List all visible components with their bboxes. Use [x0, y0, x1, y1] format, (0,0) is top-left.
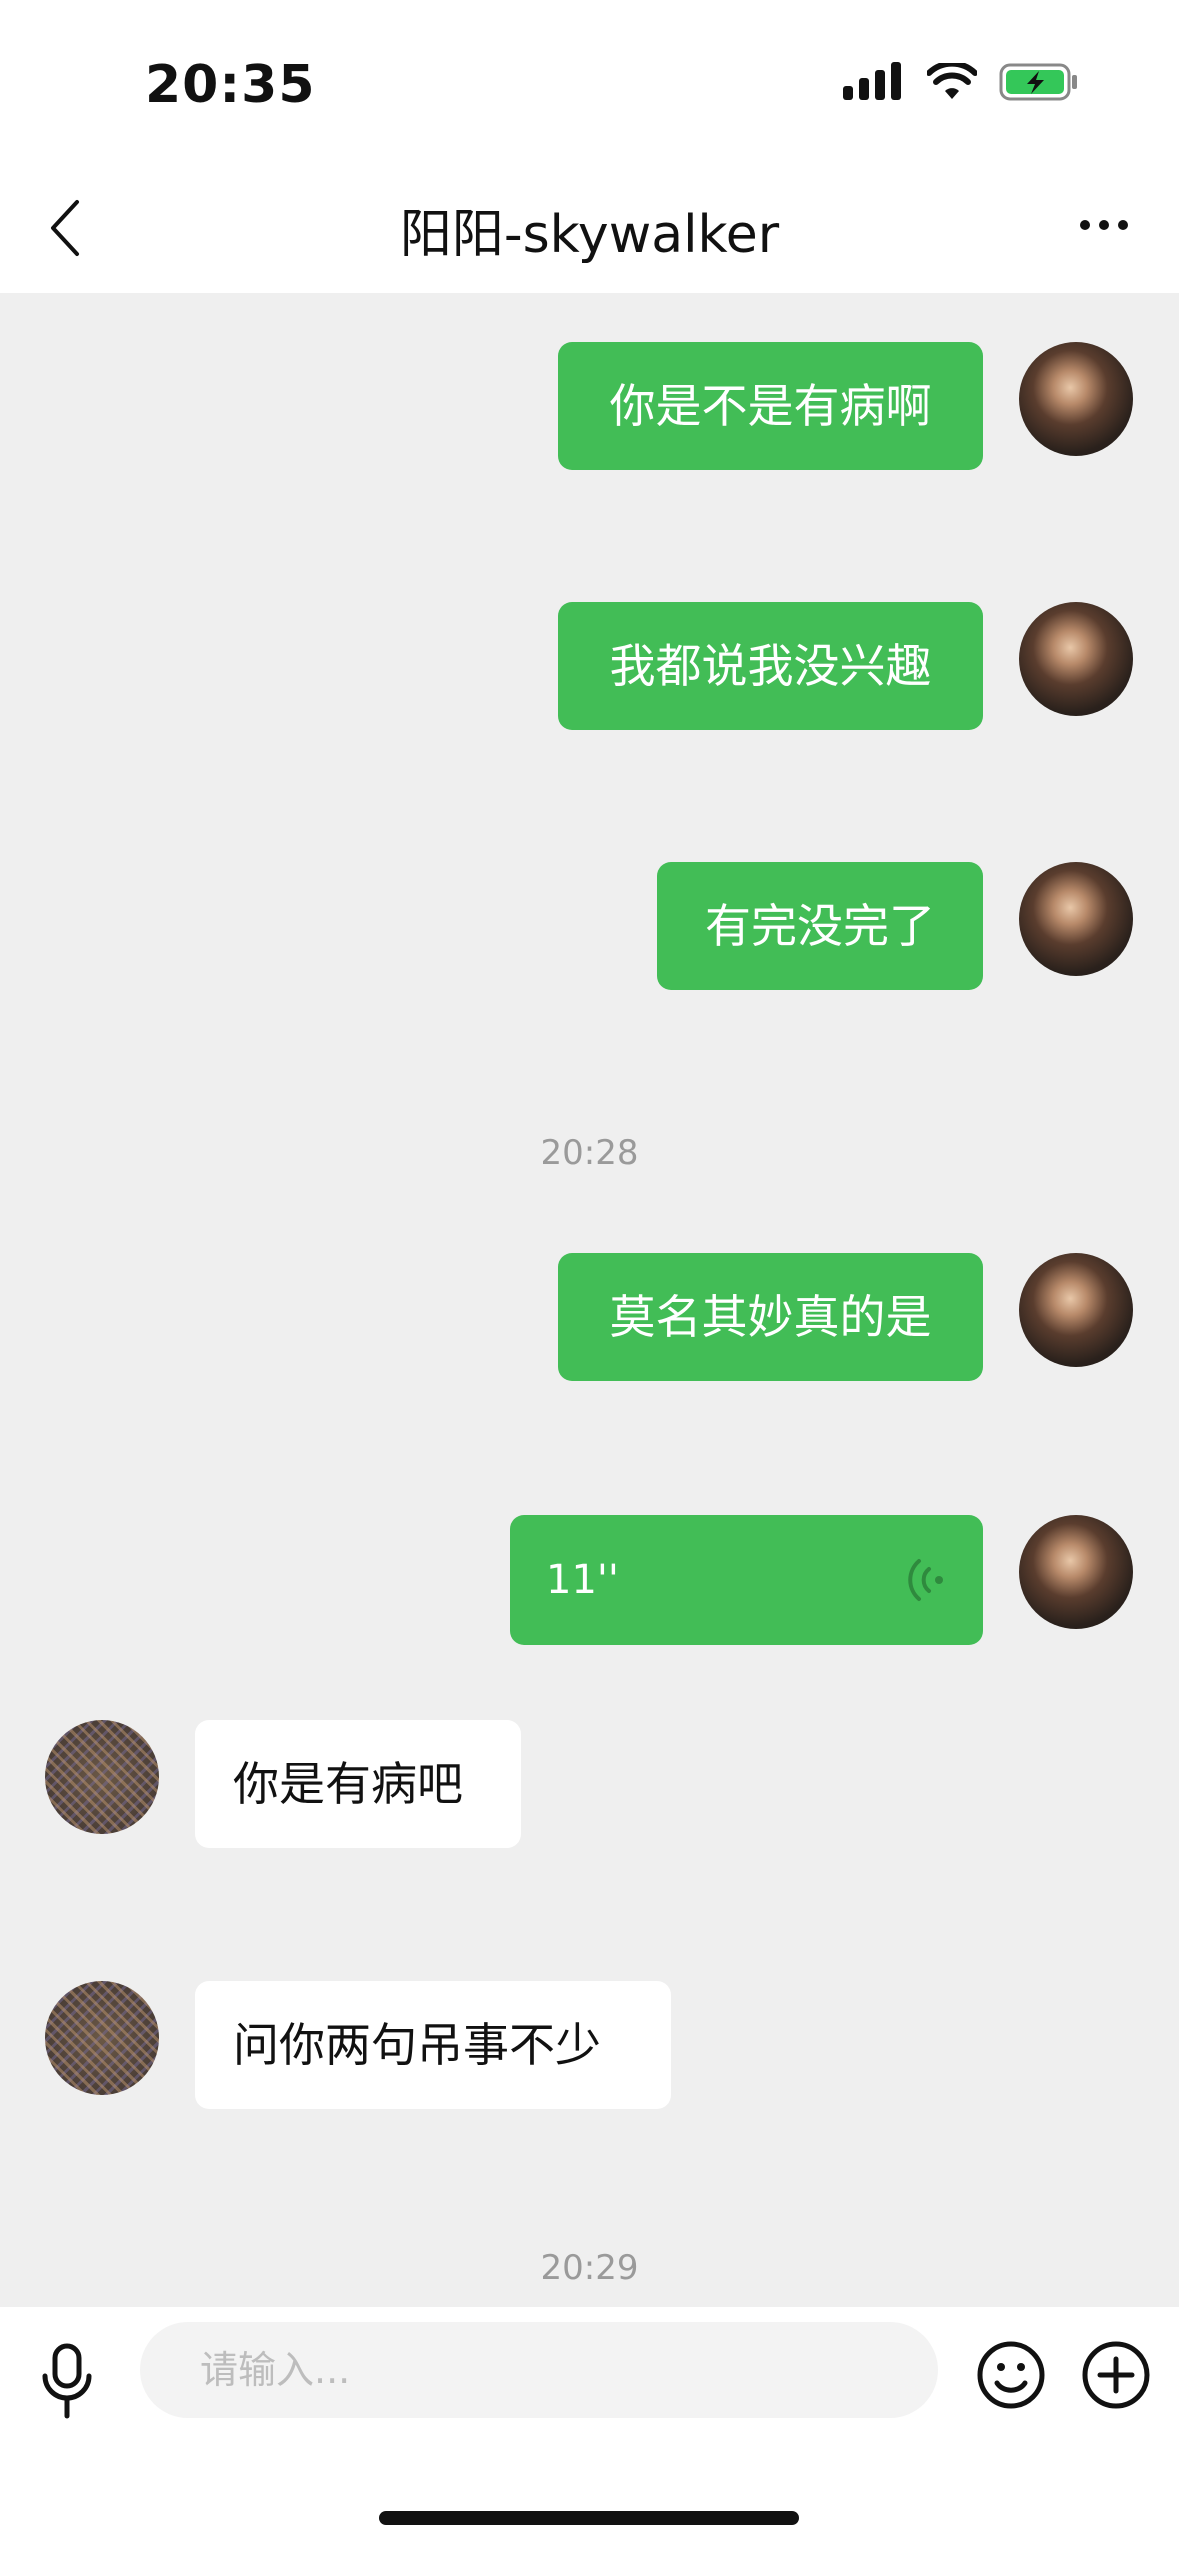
status-icons [843, 62, 1079, 102]
timestamp: 20:29 [540, 2248, 639, 2288]
avatar-self[interactable] [1019, 862, 1133, 976]
nav-bar: 阳阳-skywalker [0, 160, 1179, 293]
chat-area[interactable]: 你是不是有病啊 我都说我没兴趣 有完没完了 20:28 莫名其妙真的是 11''… [0, 293, 1179, 2307]
status-bar: 20:35 [0, 0, 1179, 160]
chat-title: 阳阳-skywalker [399, 205, 780, 265]
emoji-icon[interactable] [975, 2339, 1047, 2411]
avatar-contact[interactable] [45, 1720, 159, 1834]
avatar-self[interactable] [1019, 1253, 1133, 1367]
message-bubble-outgoing[interactable]: 有完没完了 [657, 862, 983, 990]
voice-message-bubble[interactable]: 11'' [510, 1515, 983, 1645]
home-indicator[interactable] [379, 2511, 799, 2525]
message-bubble-outgoing[interactable]: 你是不是有病啊 [558, 342, 983, 470]
avatar-self[interactable] [1019, 1515, 1133, 1629]
message-bubble-outgoing[interactable]: 我都说我没兴趣 [558, 602, 983, 730]
status-time: 20:35 [145, 55, 316, 115]
more-icon [1080, 220, 1128, 230]
message-bubble-incoming[interactable]: 你是有病吧 [195, 1720, 521, 1848]
add-icon[interactable] [1080, 2339, 1152, 2411]
message-bubble-outgoing[interactable]: 莫名其妙真的是 [558, 1253, 983, 1381]
avatar-self[interactable] [1019, 602, 1133, 716]
wifi-icon [927, 63, 977, 99]
cellular-signal-icon [843, 62, 901, 100]
message-input[interactable] [140, 2322, 938, 2418]
battery-charging-icon [999, 63, 1077, 101]
avatar-self[interactable] [1019, 342, 1133, 456]
more-button[interactable] [1069, 200, 1139, 250]
voice-wave-icon [908, 1559, 943, 1601]
voice-duration: 11'' [546, 1557, 619, 1603]
microphone-icon [42, 2343, 92, 2419]
message-bubble-incoming[interactable]: 问你两句吊事不少 [195, 1981, 671, 2109]
voice-input-button[interactable] [32, 2337, 102, 2427]
timestamp: 20:28 [540, 1133, 639, 1173]
avatar-contact[interactable] [45, 1981, 159, 2095]
